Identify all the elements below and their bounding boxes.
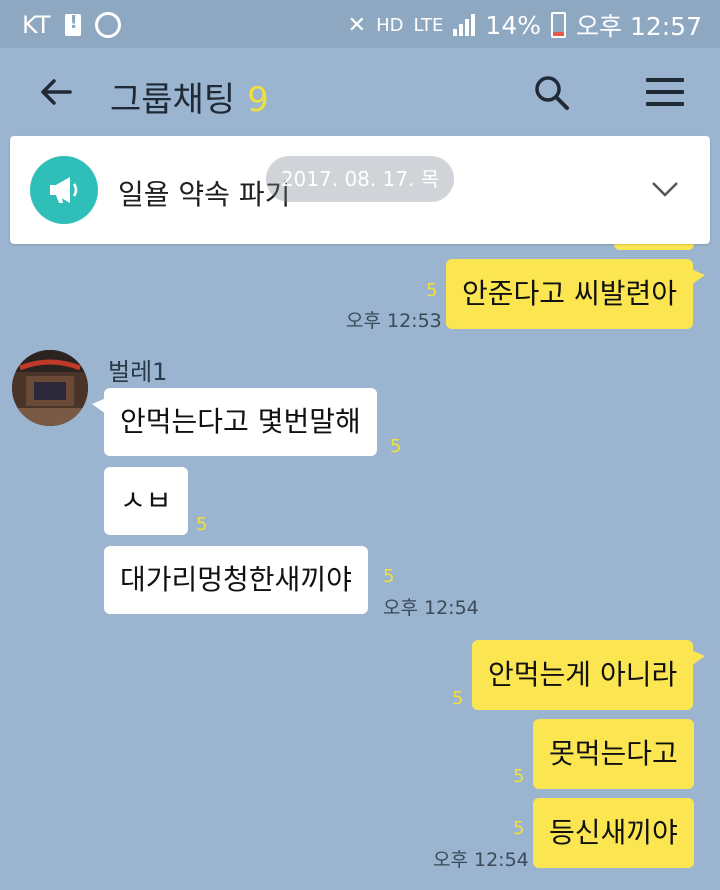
- battery-icon: [551, 12, 566, 38]
- unread-count: 5: [513, 818, 525, 839]
- unread-count: 5: [390, 436, 402, 457]
- account-icon: [94, 12, 121, 38]
- signal-icon: [453, 14, 476, 36]
- clock: 오후 12:57: [576, 12, 702, 41]
- my-message-bubble[interactable]: 안먹는게 아니라: [472, 640, 706, 710]
- lte-icon: LTE: [413, 14, 444, 36]
- unread-count: 5: [426, 280, 438, 301]
- my-message-bubble[interactable]: 등신새끼야: [533, 798, 694, 868]
- message-time: 오후 12:54: [433, 849, 529, 871]
- my-message-bubble[interactable]: 못먹는다고: [533, 719, 694, 789]
- notice-text: 일욜 약속 파기: [118, 178, 291, 211]
- mute-icon: ✕: [347, 12, 367, 38]
- my-message-bubble[interactable]: 안준다고 씨발련아: [446, 259, 705, 329]
- unread-count: 5: [513, 766, 525, 787]
- chevron-down-icon[interactable]: [650, 174, 680, 204]
- avatar[interactable]: [12, 350, 88, 426]
- hd-voice-icon: HD: [376, 14, 404, 36]
- back-arrow-icon[interactable]: [36, 72, 76, 112]
- sender-name: 벌레1: [108, 358, 168, 386]
- unread-count: 5: [452, 688, 464, 709]
- search-icon[interactable]: [532, 73, 572, 113]
- their-message-bubble[interactable]: ㅅㅂ: [104, 467, 188, 535]
- unread-count: 5: [196, 514, 208, 535]
- message-time: 오후 12:53: [346, 310, 442, 332]
- their-message-bubble[interactable]: 대가리멍청한새끼야: [104, 546, 368, 614]
- status-bar: KT ✕ HD LTE 14% 오후 12:57: [0, 0, 720, 48]
- alert-icon: [64, 12, 81, 36]
- chat-header: 그룹채팅 9: [0, 48, 720, 138]
- chat-title-text: 그룹채팅: [110, 80, 236, 120]
- chat-title: 그룹채팅 9: [110, 72, 269, 121]
- carrier-label: KT: [22, 11, 51, 39]
- message-time: 오후 12:54: [383, 597, 479, 619]
- battery-percent: 14%: [485, 10, 541, 40]
- date-divider: 2017. 08. 17. 목: [266, 156, 454, 202]
- their-message-bubble[interactable]: 안먹는다고 몇번말해: [92, 388, 377, 456]
- unread-count: 5: [383, 566, 395, 587]
- member-count: 9: [247, 80, 269, 120]
- hamburger-menu-icon[interactable]: [646, 78, 684, 108]
- megaphone-icon: [30, 156, 98, 224]
